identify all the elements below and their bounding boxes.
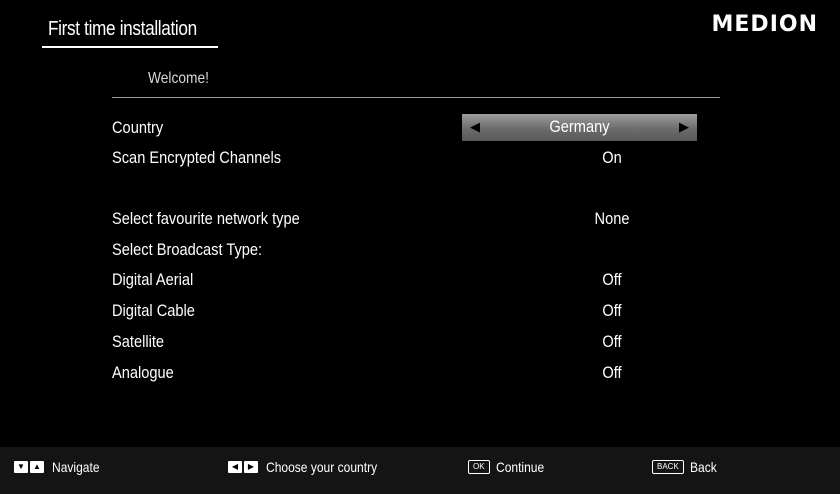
setting-value: Off — [602, 301, 622, 320]
welcome-divider — [112, 97, 720, 98]
setting-label: Digital Aerial — [112, 270, 194, 289]
footer-back-label: Back — [689, 459, 717, 475]
country-selector[interactable]: ◀ Germany ▶ — [462, 114, 697, 141]
country-label: Country — [112, 118, 164, 137]
footer-bar: ▼ ▲ Navigate ◀ ▶ Choose your country OK … — [0, 447, 840, 494]
back-key-icon: BACK — [652, 460, 684, 474]
setting-value: Off — [602, 332, 622, 351]
setting-label: Select Broadcast Type: — [112, 240, 263, 259]
broadcast-type-heading: Select Broadcast Type: — [112, 238, 712, 264]
footer-back: BACK Back — [652, 459, 721, 475]
right-arrow-icon[interactable]: ▶ — [679, 119, 689, 135]
setting-label: Digital Cable — [112, 301, 195, 320]
favourite-network-row[interactable]: Select favourite network type None — [112, 207, 712, 233]
up-arrow-key-icon: ▲ — [30, 461, 44, 473]
title-underline — [42, 46, 218, 48]
satellite-row[interactable]: Satellite Off — [112, 330, 712, 356]
page-title: First time installation — [48, 18, 197, 40]
ok-key-icon: OK — [468, 460, 490, 474]
setting-label: Analogue — [112, 363, 174, 382]
setting-label: Select favourite network type — [112, 209, 300, 228]
footer-navigate: ▼ ▲ Navigate — [14, 459, 107, 475]
footer-choose-label: Choose your country — [266, 459, 378, 475]
footer-navigate-label: Navigate — [52, 459, 100, 475]
down-arrow-key-icon: ▼ — [14, 461, 28, 473]
setting-value: On — [602, 148, 622, 167]
setting-label: Satellite — [112, 332, 165, 351]
country-value: Germany — [549, 117, 610, 136]
digital-aerial-row[interactable]: Digital Aerial Off — [112, 268, 712, 294]
setting-value: None — [594, 209, 630, 228]
analogue-row[interactable]: Analogue Off — [112, 361, 712, 387]
footer-continue-label: Continue — [495, 459, 544, 475]
right-arrow-key-icon: ▶ — [244, 461, 258, 473]
welcome-heading: Welcome! — [148, 70, 209, 87]
setting-label: Scan Encrypted Channels — [112, 148, 282, 167]
footer-continue: OK Continue — [468, 459, 552, 475]
setting-value: Off — [602, 363, 622, 382]
footer-choose: ◀ ▶ Choose your country — [228, 459, 395, 475]
digital-cable-row[interactable]: Digital Cable Off — [112, 299, 712, 325]
left-arrow-key-icon: ◀ — [228, 461, 242, 473]
scan-encrypted-row[interactable]: Scan Encrypted Channels On — [112, 146, 712, 172]
setting-value: Off — [602, 270, 622, 289]
brand-logo: MEDION — [711, 12, 818, 37]
